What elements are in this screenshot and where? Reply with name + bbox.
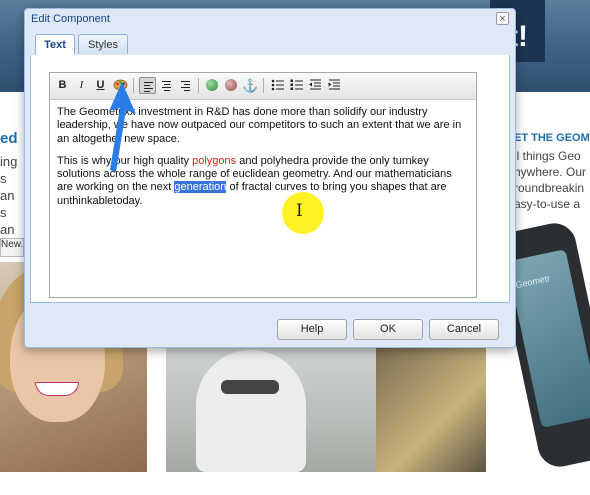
remove-link-button[interactable] (223, 77, 240, 94)
right-line: nywhere. Our (514, 165, 587, 179)
right-heading: ET THE GEOM (514, 132, 590, 144)
align-center-button[interactable] (158, 77, 175, 94)
phone-screen: Geometr (506, 249, 590, 428)
indent-button[interactable] (326, 77, 343, 94)
ok-button[interactable]: OK (353, 319, 423, 340)
unlink-icon (225, 79, 237, 91)
help-button[interactable]: Help (277, 319, 347, 340)
bullet-list-button[interactable] (269, 77, 286, 94)
goggles (221, 380, 279, 394)
left-line: s an (0, 171, 15, 203)
left-line: ing (0, 154, 18, 169)
insert-link-button[interactable] (204, 77, 221, 94)
polygons-link[interactable]: polygons (192, 155, 236, 167)
left-heading: ed (0, 130, 18, 147)
outdent-icon (309, 79, 321, 90)
dialog-title: Edit Component (31, 13, 110, 25)
edit-component-dialog: Edit Component × Text Styles B I U ⚓ The… (24, 8, 516, 348)
link-icon (206, 79, 218, 91)
numbered-list-button[interactable] (288, 77, 305, 94)
right-column-text: ET THE GEOM ll things Geo nywhere. Our r… (514, 130, 590, 212)
right-line: asy-to-use a (514, 197, 581, 211)
selected-text[interactable]: generation (174, 181, 227, 194)
italic-button[interactable]: I (73, 77, 90, 94)
anchor-icon[interactable]: ⚓ (242, 77, 259, 94)
tab-bar: Text Styles (30, 31, 510, 56)
right-line: roundbreakin (514, 181, 585, 195)
tab-styles[interactable]: Styles (78, 34, 128, 54)
lab-equipment (376, 345, 486, 472)
lab-photo (166, 345, 486, 472)
align-right-icon (181, 81, 190, 93)
align-right-button[interactable] (177, 77, 194, 94)
pointer-arrow-icon (109, 82, 136, 172)
left-line: s an (0, 205, 15, 237)
text-cursor-icon: I (296, 201, 303, 221)
cursor-highlight (282, 192, 324, 234)
left-column-text: ed ing s an s an (0, 130, 22, 238)
cleanroom-suit (196, 350, 306, 472)
dialog-titlebar[interactable]: Edit Component × (25, 9, 515, 29)
right-line: ll things Geo (514, 149, 581, 163)
outdent-button[interactable] (307, 77, 324, 94)
toolbar-separator (198, 78, 199, 93)
bold-button[interactable]: B (54, 77, 71, 94)
close-icon[interactable]: × (496, 12, 509, 25)
toolbar-separator (263, 78, 264, 93)
numbered-list-icon (290, 79, 303, 90)
align-left-icon (144, 82, 153, 94)
indent-icon (328, 79, 340, 90)
cancel-button[interactable]: Cancel (429, 319, 499, 340)
align-left-button[interactable] (139, 77, 156, 94)
align-center-icon (162, 81, 171, 93)
tab-text[interactable]: Text (35, 34, 75, 56)
bullet-list-icon (271, 79, 284, 91)
new-button[interactable]: New... (0, 238, 24, 257)
